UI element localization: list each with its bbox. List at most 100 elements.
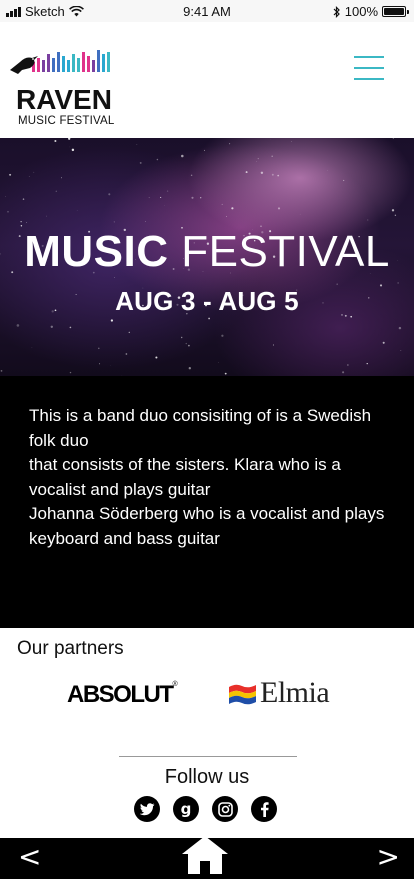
star [46,215,48,217]
star [190,174,193,177]
home-icon [182,836,228,874]
star [394,214,397,216]
svg-text:g: g [181,801,192,817]
social-links: g [134,796,277,822]
google-plus-button[interactable]: g [173,796,199,822]
star [181,336,183,339]
partners-title: Our partners [17,638,124,659]
star [0,370,3,372]
star [221,203,223,205]
raven-logo[interactable]: RAVEN MUSIC FESTIVAL [8,44,118,132]
star [160,196,162,198]
star [191,196,194,199]
star [256,161,257,162]
description-line: This is a band duo consisiting of is a S… [29,406,372,450]
star [98,347,100,350]
absolut-logo[interactable]: ABSOLUT® [67,681,178,709]
band-description: This is a band duo consisiting of is a S… [0,376,414,628]
star [20,225,23,227]
star [226,216,227,217]
logo-title: RAVEN [16,84,112,115]
star [108,193,111,196]
star [71,148,75,152]
star [181,154,184,158]
description-line: that consists of the sisters. Klara who … [29,455,341,499]
star [33,171,35,173]
next-button[interactable]: > [377,840,400,873]
star [229,143,231,145]
star [145,221,146,222]
star [31,347,33,348]
elmia-flag-icon [229,684,256,705]
section-divider [119,756,297,757]
star [61,177,62,179]
star [155,356,158,359]
star [20,221,22,223]
star [260,171,264,174]
google-plus-icon: g [181,801,192,817]
star [271,173,274,176]
star [231,207,234,210]
star [54,139,57,143]
star [28,176,30,177]
star [257,157,259,160]
status-bar: Sketch 9:41 AM 100% [0,0,414,22]
star [185,342,187,345]
hero-banner: MUSIC FESTIVAL AUG 3 - AUG 5 [0,138,414,376]
star [166,190,169,192]
raven-bird-icon [10,50,110,74]
star [55,190,57,192]
star [366,362,368,365]
star [277,174,280,177]
description-line: Johanna Söderberg who is a vocalist and … [29,504,385,548]
star [203,149,206,151]
follow-us-title: Follow us [164,766,250,788]
star [382,341,385,344]
star [68,138,71,140]
home-button[interactable] [180,834,230,879]
star [208,317,210,320]
star [221,334,224,337]
instagram-button[interactable] [212,796,238,822]
twitter-button[interactable] [134,796,160,822]
star [148,197,150,199]
star [26,222,27,224]
star [22,198,25,200]
partners-section: Our partners ABSOLUT® Elmia Follow us g [0,628,414,838]
app-header: RAVEN MUSIC FESTIVAL [0,22,414,138]
star [224,372,227,375]
star [188,367,191,370]
star [125,353,128,355]
star [326,170,328,171]
bluetooth-icon [333,5,340,18]
star [113,221,115,223]
star [156,158,159,161]
star [397,282,399,284]
elmia-wordmark: Elmia [260,676,330,709]
star [99,363,101,365]
star [110,319,114,322]
star [272,344,274,346]
previous-button[interactable]: < [18,840,41,873]
star [69,371,72,374]
star [114,276,115,278]
star [336,283,338,285]
star [188,344,190,347]
battery-percent: 100% [344,4,378,19]
star [392,138,394,139]
star [398,326,402,330]
star [391,209,395,212]
battery-icon [382,6,409,17]
star [69,326,72,329]
facebook-button[interactable] [251,796,277,822]
star [347,364,349,366]
star [200,197,202,199]
elmia-logo[interactable]: Elmia [228,676,330,710]
star [291,141,293,142]
star [5,196,6,197]
star [271,155,273,157]
hamburger-menu-button[interactable] [354,56,384,80]
star [9,173,12,176]
star [367,219,369,221]
hero-title: MUSIC FESTIVAL [0,228,414,276]
